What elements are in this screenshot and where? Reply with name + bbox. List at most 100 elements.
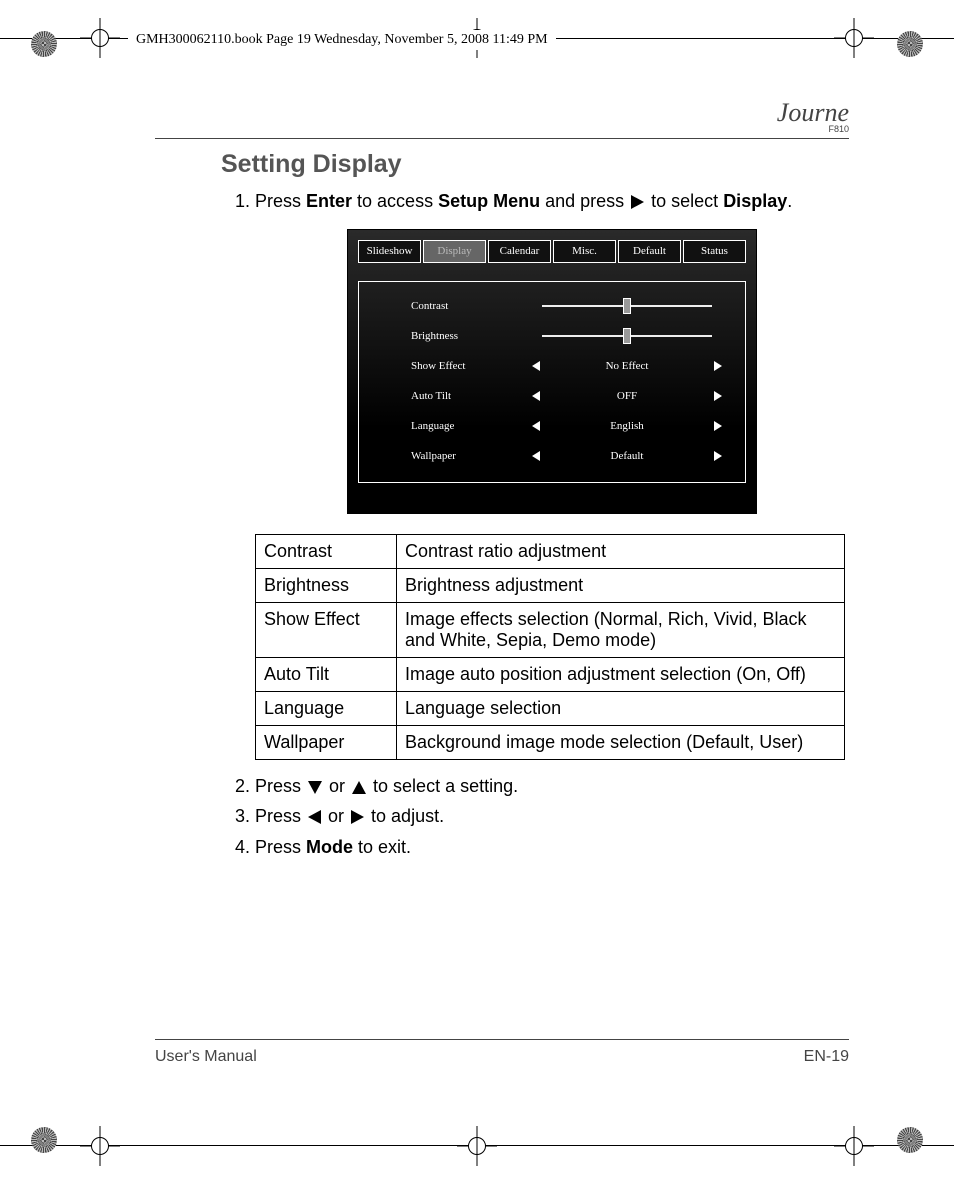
step-1: Press Enter to access Setup Menu and pre… <box>255 189 849 514</box>
tab-default[interactable]: Default <box>618 240 681 263</box>
page-meta: GMH300062110.book Page 19 Wednesday, Nov… <box>128 30 556 50</box>
table-row: Language Language selection <box>256 692 845 726</box>
tab-display[interactable]: Display <box>423 240 486 263</box>
table-row: Brightness Brightness adjustment <box>256 569 845 603</box>
footer-right: EN-19 <box>804 1048 849 1066</box>
setting-row-brightness: Brightness <box>371 328 733 344</box>
header-rule <box>155 138 849 139</box>
tab-misc[interactable]: Misc. <box>553 240 616 263</box>
setting-row-language: Language English <box>371 418 733 434</box>
table-cell-desc: Language selection <box>397 692 845 726</box>
spinner-wallpaper[interactable]: Default <box>521 449 733 464</box>
table-cell-desc: Image auto position adjustment selection… <box>397 658 845 692</box>
spinner-value: English <box>540 419 714 434</box>
registration-mark <box>14 1110 74 1170</box>
setting-label: Show Effect <box>371 359 521 374</box>
table-row: Wallpaper Background image mode selectio… <box>256 726 845 760</box>
step-text: Press <box>255 837 306 857</box>
table-cell-name: Contrast <box>256 535 397 569</box>
arrow-right-icon[interactable] <box>714 391 722 401</box>
setting-row-contrast: Contrast <box>371 298 733 314</box>
page-footer: User's Manual EN-19 <box>155 1048 849 1066</box>
table-cell-desc: Contrast ratio adjustment <box>397 535 845 569</box>
arrow-up-icon <box>352 781 366 794</box>
menu-tabs: Slideshow Display Calendar Misc. Default… <box>358 240 746 263</box>
tab-status[interactable]: Status <box>683 240 746 263</box>
table-cell-name: Show Effect <box>256 603 397 658</box>
arrow-right-icon[interactable] <box>714 361 722 371</box>
table-cell-name: Wallpaper <box>256 726 397 760</box>
arrow-left-icon[interactable] <box>532 451 540 461</box>
step-bold: Enter <box>306 191 352 211</box>
step-bold: Display <box>723 191 787 211</box>
setting-row-show-effect: Show Effect No Effect <box>371 358 733 374</box>
brand-name: Journe <box>777 98 849 127</box>
arrow-right-icon[interactable] <box>714 451 722 461</box>
step-text: Press <box>255 776 306 796</box>
step-bold: Mode <box>306 837 353 857</box>
spinner-value: Default <box>540 449 714 464</box>
arrow-down-icon <box>308 781 322 794</box>
crosshair-icon <box>80 18 120 58</box>
step-bold: Setup Menu <box>438 191 540 211</box>
table-row: Auto Tilt Image auto position adjustment… <box>256 658 845 692</box>
arrow-right-icon[interactable] <box>714 421 722 431</box>
spinner-value: No Effect <box>540 359 714 374</box>
registration-mark <box>14 14 74 74</box>
step-2: Press or to select a setting. <box>255 774 849 798</box>
table-cell-name: Brightness <box>256 569 397 603</box>
step-text: to adjust. <box>366 806 444 826</box>
table-cell-name: Auto Tilt <box>256 658 397 692</box>
setting-label: Auto Tilt <box>371 389 521 404</box>
step-text: to select a setting. <box>368 776 518 796</box>
step-text: or <box>323 806 349 826</box>
arrow-right-icon <box>631 195 644 209</box>
arrow-left-icon[interactable] <box>532 421 540 431</box>
spinner-auto-tilt[interactable]: OFF <box>521 389 733 404</box>
spinner-language[interactable]: English <box>521 419 733 434</box>
arrow-left-icon[interactable] <box>532 361 540 371</box>
slider-contrast[interactable] <box>521 305 733 307</box>
table-row: Show Effect Image effects selection (Nor… <box>256 603 845 658</box>
setting-row-wallpaper: Wallpaper Default <box>371 448 733 464</box>
registration-mark <box>880 14 940 74</box>
setup-menu-screenshot: Slideshow Display Calendar Misc. Default… <box>347 229 757 514</box>
step-text: Press <box>255 806 306 826</box>
table-cell-desc: Brightness adjustment <box>397 569 845 603</box>
step-3: Press or to adjust. <box>255 804 849 828</box>
table-row: Contrast Contrast ratio adjustment <box>256 535 845 569</box>
footer-left: User's Manual <box>155 1048 257 1066</box>
setting-row-auto-tilt: Auto Tilt OFF <box>371 388 733 404</box>
slider-brightness[interactable] <box>521 335 733 337</box>
setting-label: Brightness <box>371 329 521 344</box>
step-text: or <box>324 776 350 796</box>
settings-description-table: Contrast Contrast ratio adjustment Brigh… <box>255 534 845 760</box>
brand-logo: Journe F810 <box>777 98 849 134</box>
crosshair-icon <box>834 1126 874 1166</box>
registration-mark <box>880 1110 940 1170</box>
tab-calendar[interactable]: Calendar <box>488 240 551 263</box>
step-text: to select <box>646 191 723 211</box>
step-text: to access <box>352 191 438 211</box>
arrow-right-icon <box>351 810 364 824</box>
footer-rule <box>155 1039 849 1040</box>
crosshair-icon <box>80 1126 120 1166</box>
crosshair-icon <box>457 1126 497 1166</box>
table-cell-desc: Background image mode selection (Default… <box>397 726 845 760</box>
spinner-value: OFF <box>540 389 714 404</box>
arrow-left-icon[interactable] <box>532 391 540 401</box>
table-cell-desc: Image effects selection (Normal, Rich, V… <box>397 603 845 658</box>
setting-label: Wallpaper <box>371 449 521 464</box>
setting-label: Contrast <box>371 299 521 314</box>
step-4: Press Mode to exit. <box>255 835 849 859</box>
table-cell-name: Language <box>256 692 397 726</box>
section-title: Setting Display <box>221 150 849 179</box>
spinner-show-effect[interactable]: No Effect <box>521 359 733 374</box>
step-text: Press <box>255 191 306 211</box>
tab-slideshow[interactable]: Slideshow <box>358 240 421 263</box>
menu-panel: Contrast Brightness Show E <box>358 281 746 483</box>
arrow-left-icon <box>308 810 321 824</box>
crosshair-icon <box>834 18 874 58</box>
step-text: . <box>787 191 792 211</box>
step-text: and press <box>540 191 629 211</box>
